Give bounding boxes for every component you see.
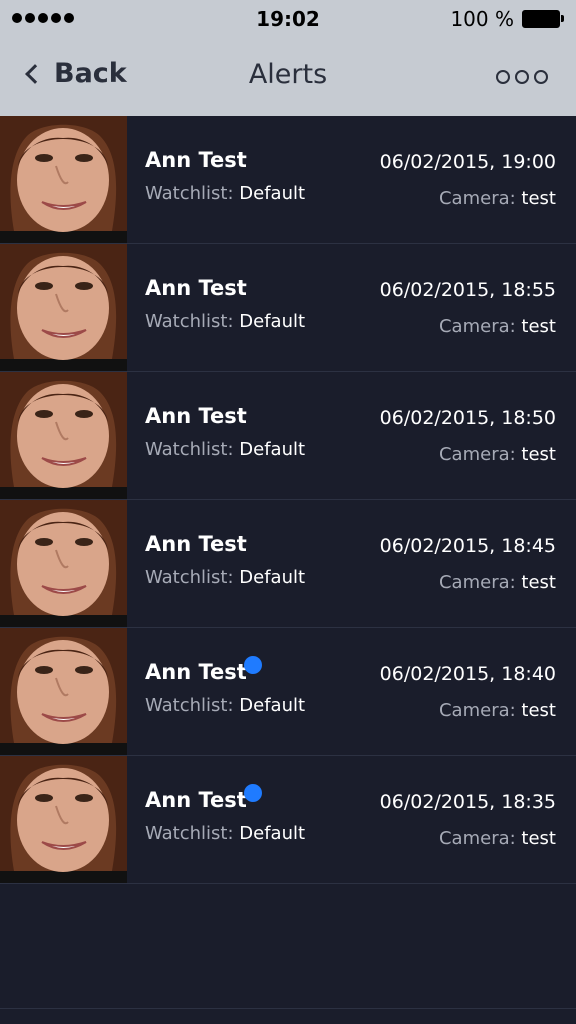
alert-name: Ann Test: [145, 660, 247, 684]
face-thumbnail: [0, 628, 127, 755]
unread-indicator: [244, 656, 262, 674]
watchlist-info: Watchlist: Default: [145, 567, 305, 588]
alert-row[interactable]: Ann Test Watchlist: Default 06/02/2015, …: [0, 628, 576, 756]
face-thumbnail: [0, 116, 127, 243]
more-icon[interactable]: [496, 70, 548, 84]
status-bar: 19:02 100 %: [0, 0, 576, 40]
alert-name: Ann Test: [145, 404, 247, 428]
camera-value: test: [521, 572, 556, 593]
watchlist-value: Default: [239, 439, 306, 460]
camera-info: Camera: test: [439, 188, 556, 209]
alerts-screen: 19:02 100 % Back Alerts Ann Test Watchli…: [0, 0, 576, 1024]
watchlist-value: Default: [239, 183, 306, 204]
alert-datetime: 06/02/2015, 18:50: [379, 407, 556, 429]
camera-label: Camera:: [438, 572, 516, 593]
watchlist-value: Default: [239, 311, 306, 332]
camera-value: test: [521, 316, 556, 337]
camera-value: test: [521, 828, 556, 849]
alert-row[interactable]: Ann Test Watchlist: Default 06/02/2015, …: [0, 116, 576, 244]
alert-datetime: 06/02/2015, 18:35: [379, 791, 556, 813]
camera-value: test: [521, 188, 556, 209]
watchlist-label: Watchlist:: [145, 439, 234, 460]
alert-name: Ann Test: [145, 148, 247, 172]
camera-label: Camera:: [438, 316, 516, 337]
alert-list: Ann Test Watchlist: Default 06/02/2015, …: [0, 116, 576, 884]
camera-label: Camera:: [438, 700, 516, 721]
face-thumbnail: [0, 244, 127, 371]
face-thumbnail: [0, 372, 127, 499]
alert-row[interactable]: Ann Test Watchlist: Default 06/02/2015, …: [0, 500, 576, 628]
divider: [0, 1008, 576, 1009]
watchlist-info: Watchlist: Default: [145, 183, 305, 204]
alert-datetime: 06/02/2015, 18:45: [379, 535, 556, 557]
watchlist-label: Watchlist:: [145, 695, 234, 716]
watchlist-label: Watchlist:: [145, 567, 234, 588]
camera-info: Camera: test: [439, 700, 556, 721]
camera-info: Camera: test: [439, 444, 556, 465]
camera-info: Camera: test: [439, 316, 556, 337]
alert-datetime: 06/02/2015, 19:00: [379, 151, 556, 173]
face-thumbnail: [0, 500, 127, 627]
top-bar: 19:02 100 % Back Alerts: [0, 0, 576, 116]
watchlist-value: Default: [239, 567, 306, 588]
camera-value: test: [521, 444, 556, 465]
alert-name: Ann Test: [145, 276, 247, 300]
camera-info: Camera: test: [439, 828, 556, 849]
alert-name: Ann Test: [145, 788, 247, 812]
watchlist-label: Watchlist:: [145, 311, 234, 332]
alert-row[interactable]: Ann Test Watchlist: Default 06/02/2015, …: [0, 372, 576, 500]
alert-name: Ann Test: [145, 532, 247, 556]
alert-row[interactable]: Ann Test Watchlist: Default 06/02/2015, …: [0, 244, 576, 372]
watchlist-info: Watchlist: Default: [145, 439, 305, 460]
watchlist-info: Watchlist: Default: [145, 823, 305, 844]
watchlist-info: Watchlist: Default: [145, 311, 305, 332]
unread-indicator: [244, 784, 262, 802]
alert-datetime: 06/02/2015, 18:55: [379, 279, 556, 301]
watchlist-value: Default: [239, 695, 306, 716]
page-title: Alerts: [248, 59, 328, 90]
camera-info: Camera: test: [439, 572, 556, 593]
camera-label: Camera:: [438, 188, 516, 209]
watchlist-label: Watchlist:: [145, 183, 234, 204]
camera-label: Camera:: [438, 828, 516, 849]
face-thumbnail: [0, 756, 127, 883]
watchlist-info: Watchlist: Default: [145, 695, 305, 716]
battery-percent: 100 %: [450, 7, 514, 31]
alert-row[interactable]: Ann Test Watchlist: Default 06/02/2015, …: [0, 756, 576, 884]
alert-datetime: 06/02/2015, 18:40: [379, 663, 556, 685]
camera-value: test: [521, 700, 556, 721]
watchlist-value: Default: [239, 823, 306, 844]
watchlist-label: Watchlist:: [145, 823, 234, 844]
battery-icon: [522, 10, 564, 28]
camera-label: Camera:: [438, 444, 516, 465]
navigation-bar: Back Alerts: [0, 40, 576, 116]
